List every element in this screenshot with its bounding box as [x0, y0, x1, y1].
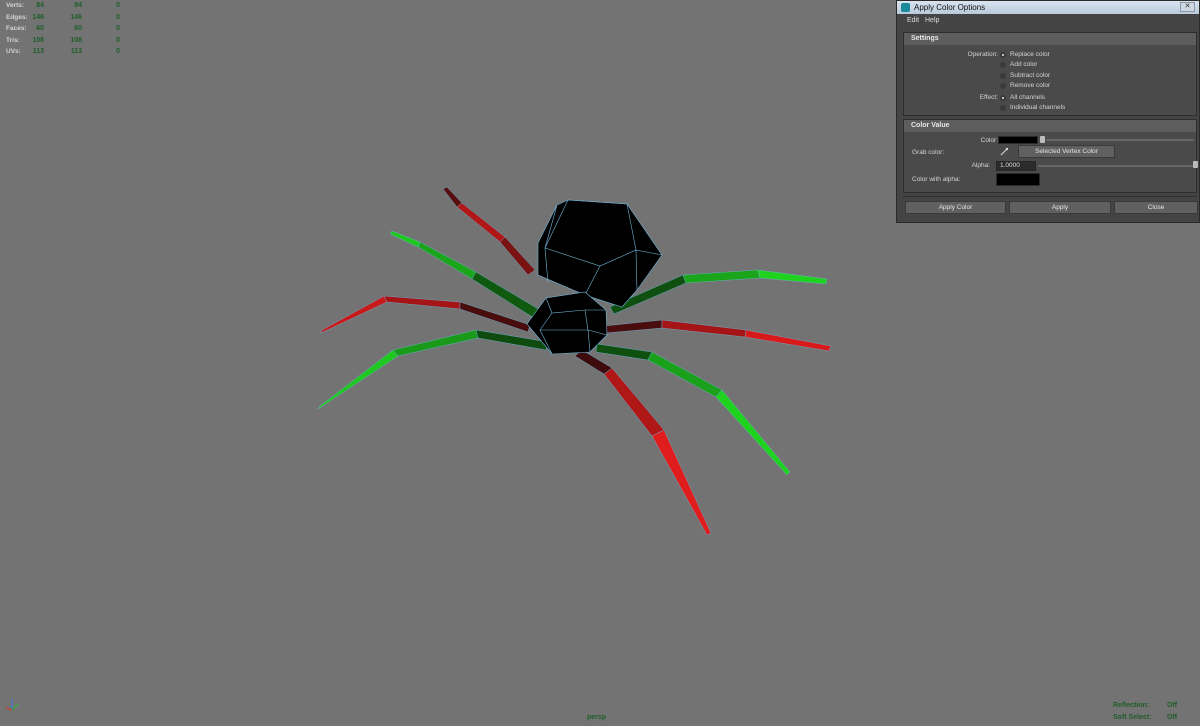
menu-edit[interactable]: Edit	[907, 17, 919, 24]
leg-segment	[317, 349, 399, 410]
remove-color-label: Remove color	[1010, 82, 1051, 89]
radio-subtract-color[interactable]	[1000, 73, 1006, 79]
hud-cell-c: 0	[116, 48, 120, 55]
hud-row: Faces: 60 60 0	[6, 23, 120, 35]
leg-segment	[499, 236, 536, 276]
color-value-section: Color Value Color: Grab color: Selected …	[903, 119, 1198, 193]
operation-label: Operation:	[967, 51, 998, 58]
leg-segment	[417, 241, 477, 280]
dialog-titlebar[interactable]: Apply Color Options ✕	[897, 1, 1199, 14]
color-swatch[interactable]	[998, 136, 1038, 144]
leg-segment	[603, 319, 663, 334]
soft-select-label: Soft Select:	[1113, 714, 1152, 721]
apply-button[interactable]: Apply	[1009, 201, 1111, 214]
hud-cell-label: Verts:	[6, 2, 25, 9]
hud-cell-c: 0	[116, 13, 120, 21]
footer-separator	[903, 196, 1197, 197]
poly-count-hud: Verts: 84 84 0 Edges: 146 146 0 Faces: 60 60 0 Tris:…	[6, 0, 120, 58]
leg-segment	[715, 389, 791, 476]
all-channels-label: All channels	[1010, 94, 1046, 101]
hud-row: Tris: 108 108 0	[6, 35, 120, 47]
leg-segment	[603, 367, 665, 437]
apply-color-options-dialog: Apply Color Options ✕ Edit Help Settings…	[896, 0, 1200, 223]
hud-row: Edges: 146 146 0	[6, 12, 120, 24]
leg-segment	[595, 343, 653, 361]
camera-label: persp	[587, 714, 607, 721]
leg-segment	[392, 329, 479, 357]
leg-segment	[661, 319, 747, 338]
alpha-label: Alpha:	[971, 162, 990, 169]
dialog-title: Apply Color Options	[914, 3, 986, 12]
maya-app-icon	[901, 3, 910, 12]
radio-all-channels[interactable]	[1000, 95, 1006, 101]
hud-cell-label: Tris:	[6, 36, 20, 44]
settings-header[interactable]: Settings	[904, 33, 1196, 45]
color-label: Color:	[980, 137, 998, 144]
color-slider-track[interactable]	[1046, 139, 1194, 141]
menu-help[interactable]: Help	[925, 17, 939, 24]
add-color-label: Add color	[1010, 61, 1038, 68]
spider-abdomen	[537, 199, 663, 308]
dialog-menubar: Edit Help	[897, 14, 1199, 28]
hud-cell-c: 0	[116, 2, 120, 9]
leg-segment	[682, 269, 761, 284]
subtract-color-label: Subtract color	[1010, 72, 1051, 79]
settings-section: Settings Operation: Replace color Add co…	[903, 32, 1197, 116]
effect-label: Effect:	[979, 94, 998, 101]
leg-segment	[744, 329, 832, 352]
radio-remove-color[interactable]	[1000, 83, 1006, 89]
leg-segment	[651, 429, 712, 536]
replace-color-label: Replace color	[1010, 51, 1050, 58]
leg-segment	[647, 351, 723, 398]
reflection-label: Reflection:	[1113, 702, 1150, 709]
alpha-slider-track[interactable]	[1038, 165, 1196, 167]
hud-cell-label: Faces:	[6, 25, 27, 32]
color-with-alpha-label: Color with alpha:	[912, 176, 961, 183]
hud-row: UVs: 113 113 0	[6, 46, 120, 58]
spider-body	[526, 199, 663, 355]
hud-row: Verts: 84 84 0	[6, 0, 120, 12]
axis-gizmo	[5, 699, 19, 711]
leg-segment	[456, 202, 506, 243]
leg-segment	[389, 230, 421, 248]
leg-segment	[757, 269, 828, 285]
color-with-alpha-swatch	[996, 173, 1040, 186]
close-button[interactable]: Close	[1114, 201, 1198, 214]
alpha-field[interactable]: 1.0000	[996, 161, 1036, 171]
color-slider-thumb[interactable]	[1040, 136, 1045, 143]
leg-segment	[383, 295, 461, 310]
individual-channels-label: Individual channels	[1010, 104, 1066, 111]
hud-cell-label: Edges:	[6, 13, 28, 21]
eyedropper-icon[interactable]	[999, 147, 1009, 157]
reflection-value: Off	[1167, 702, 1178, 709]
selected-vertex-color-button[interactable]: Selected Vertex Color	[1018, 145, 1115, 158]
radio-individual-channels[interactable]	[1000, 105, 1006, 111]
apply-color-button[interactable]: Apply Color	[905, 201, 1006, 214]
radio-replace-color[interactable]	[1000, 52, 1006, 58]
soft-select-value: Off	[1167, 714, 1178, 721]
hud-cell-label: UVs:	[6, 48, 21, 55]
color-value-header[interactable]: Color Value	[904, 120, 1196, 132]
alpha-slider-thumb[interactable]	[1193, 161, 1198, 168]
hud-cell-c: 0	[116, 36, 120, 44]
grab-color-label: Grab color:	[912, 149, 945, 156]
close-icon[interactable]: ✕	[1180, 2, 1195, 12]
radio-add-color[interactable]	[1000, 62, 1006, 68]
leg-segment	[320, 295, 388, 334]
leg-segment	[442, 186, 463, 208]
hud-cell-c: 0	[116, 25, 120, 32]
